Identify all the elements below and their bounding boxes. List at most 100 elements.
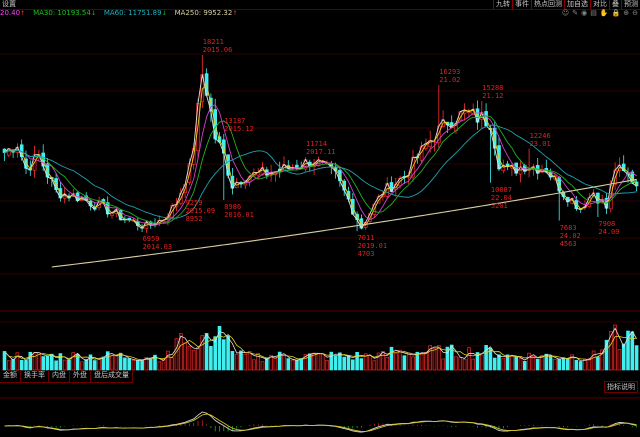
volume-bar (11, 359, 15, 371)
price-annotation: 12246 23.01 (530, 132, 551, 148)
annotation-line: 8986 (224, 203, 242, 212)
volume-bar (256, 352, 261, 371)
volume-bar (342, 356, 347, 371)
volume-bar (67, 360, 71, 371)
volume-tab[interactable]: 换手率 (21, 370, 49, 382)
annotation-line: 2015.09 (185, 206, 216, 215)
annotation-line: 2014.03 (142, 242, 173, 251)
volume-bar (204, 333, 209, 371)
annotation-line: 16293 (439, 68, 461, 77)
volume-bar (441, 358, 445, 371)
indicator-help-button[interactable]: 指标说明 (604, 381, 638, 393)
volume-bar (136, 360, 140, 371)
ma-value: MA60: 11751.89 (103, 9, 162, 17)
volume-bar (71, 352, 76, 371)
volume-bar (518, 358, 523, 371)
volume-bar (411, 356, 415, 371)
volume-bar (110, 355, 114, 371)
pencil-icon[interactable]: ✎ (572, 9, 578, 18)
volume-bar (45, 355, 50, 371)
volume-bar (617, 349, 622, 371)
candle-up (518, 159, 523, 183)
volume-tab[interactable]: 盘后成交量 (91, 370, 133, 382)
toolbar-button[interactable]: 热点回测 (531, 0, 564, 9)
annotation-line: 15288 (482, 83, 504, 92)
volume-bar (578, 361, 583, 371)
annotation-line: 7683 (559, 223, 577, 232)
toolbar-buttons: 九转 事件 热点回测 加自选 对比叠预测 (493, 0, 640, 9)
annotation-line: 5201 (490, 201, 508, 210)
price-annotation: 7908 24.09 (598, 220, 619, 236)
annotation-line: 24.02 (559, 231, 581, 240)
toolbar-button[interactable]: 对比 (590, 0, 609, 9)
annotation-line: 2015.06 (202, 45, 233, 54)
volume-bar (432, 348, 437, 371)
toolbar-button[interactable]: 加自选 (564, 0, 590, 9)
price-annotation: 13187 2015.12 (224, 117, 254, 133)
zoom-out-icon[interactable]: ⊖ (632, 9, 638, 18)
volume-bar (535, 358, 540, 371)
smile-icon[interactable]: ☺ (562, 9, 569, 18)
volume-bar (385, 356, 390, 371)
volume-bar (467, 347, 471, 371)
toolbar-button[interactable]: 叠 (609, 0, 621, 9)
volume-bar (97, 358, 101, 371)
volume-bar (471, 358, 476, 371)
volume-bar (527, 352, 531, 371)
lock-icon[interactable]: 🔒 (612, 9, 621, 18)
volume-bar (402, 355, 407, 371)
annotation-line: 2015.12 (224, 124, 254, 133)
volume-bar (282, 355, 286, 371)
volume-bar (234, 354, 239, 371)
annotation-line: 2016.01 (224, 211, 254, 220)
volume-bar (80, 361, 84, 371)
volume-bar (630, 331, 635, 371)
volume-bar (2, 351, 7, 371)
volume-bar (166, 350, 170, 371)
eye-icon[interactable]: ◉ (581, 9, 587, 18)
volume-bar (372, 360, 377, 371)
candle-up (312, 158, 316, 175)
volume-bar (260, 361, 265, 371)
volume-bar (290, 359, 295, 371)
price-annotation: 6959 2014.03 (143, 235, 173, 251)
volume-bar (359, 358, 364, 371)
price-annotation: 8986 2016.01 (224, 203, 254, 219)
price-annotation: 15288 21.12 (482, 84, 503, 100)
volume-bar (458, 357, 463, 371)
volume-bar (574, 359, 579, 371)
volume-bar (436, 345, 441, 371)
ma-legend-item: MA60: 11751.89↓ (104, 9, 171, 17)
volume-tab[interactable]: 外盘 (70, 370, 91, 382)
annotation-line: 2017.11 (306, 148, 336, 157)
price-annotation: 7011 2019.01 4703 (358, 234, 388, 258)
settings-button[interactable]: 设置 (0, 0, 18, 9)
toolbar-button[interactable]: 九转 (493, 0, 512, 9)
volume-tab[interactable]: 金额 (0, 370, 21, 382)
volume-bar (553, 358, 557, 371)
price-annotation: 16293 21.02 (439, 68, 460, 84)
candle-up (531, 164, 536, 176)
volume-bar (565, 358, 570, 371)
volume-bar (191, 349, 196, 371)
volume-bar (157, 361, 162, 371)
volume-bar (131, 360, 136, 371)
volume-tabs: 金额 换手率 内盘 外盘 盘后成交量 (0, 370, 133, 383)
volume-bar (462, 358, 467, 371)
toolbar-button[interactable]: 预测 (621, 0, 640, 9)
volume-bar (346, 355, 351, 371)
volume-tab[interactable]: 内盘 (49, 370, 70, 382)
volume-bar (621, 343, 626, 371)
volume-bar (350, 359, 355, 371)
ma-legend-item: MA30: 10193.54↓ (33, 9, 100, 17)
hand-icon[interactable]: ✋ (600, 9, 609, 18)
volume-bar (217, 326, 222, 371)
volume-bar (510, 355, 514, 371)
layers-icon[interactable]: ▤ (590, 9, 597, 18)
zoom-in-icon[interactable]: ⊕ (623, 9, 629, 18)
toolbar-button[interactable]: 事件 (512, 0, 531, 9)
volume-bar (514, 356, 519, 371)
trend-arrow: ↑ (20, 10, 26, 17)
annotation-line: 11714 (306, 140, 328, 149)
annotation-line: 13187 (224, 116, 246, 125)
